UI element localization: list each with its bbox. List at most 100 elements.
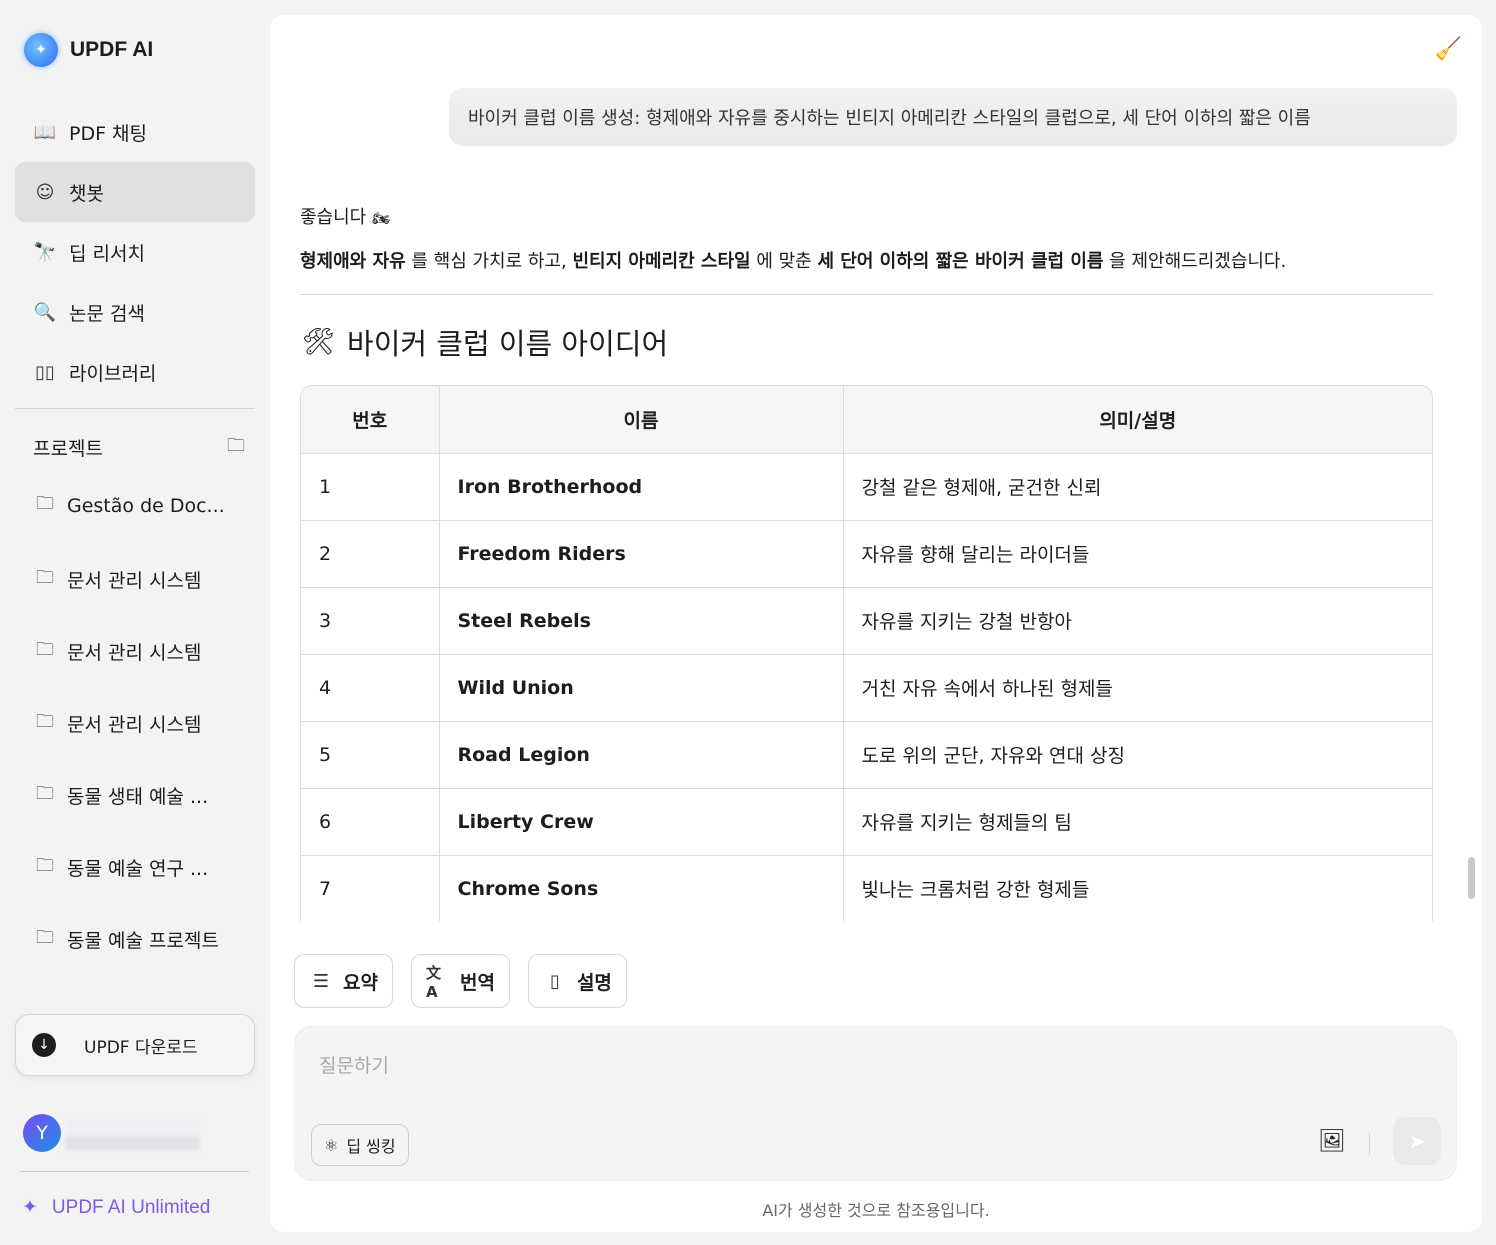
reply-text: 에 맞춘 <box>750 251 818 272</box>
input-placeholder[interactable]: 질문하기 <box>319 1051 389 1078</box>
table-row: 4 Wild Union 거친 자유 속에서 하나된 형제들 <box>301 654 1432 722</box>
send-icon: ➤ <box>1408 1129 1426 1153</box>
unlimited-label: UPDF AI Unlimited <box>51 1196 211 1218</box>
user-message: 바이커 클럽 이름 생성: 형제애와 자유를 중시하는 빈티지 아메리칸 스타일… <box>449 88 1457 146</box>
avatar: Y <box>23 1114 61 1152</box>
folder-icon: 🗀 <box>36 782 54 804</box>
divider <box>20 1171 249 1172</box>
translate-button[interactable]: 文A 번역 <box>410 954 510 1008</box>
nav-pdf-chat[interactable]: 📖 PDF 채팅 <box>15 102 255 162</box>
row-number: 6 <box>301 788 440 856</box>
user-profile[interactable]: Y <box>23 1114 200 1152</box>
nav-label: 챗봇 <box>69 182 104 205</box>
summary-icon: ☰ <box>312 970 330 992</box>
folder-icon: 🗀 <box>36 854 54 876</box>
project-label: 문서 관리 시스템 <box>67 714 202 736</box>
sparkle-icon: ✦ <box>22 1197 38 1218</box>
question-input[interactable]: 질문하기 ⚛ 딥 씽킹 🖼 ➤ <box>294 1026 1457 1181</box>
explain-button[interactable]: ▯ 설명 <box>527 954 627 1008</box>
folder-icon: 🗀 <box>36 638 54 660</box>
club-meaning: 강철 같은 형제애, 굳건한 신뢰 <box>843 453 1432 521</box>
folder-icon: 🗀 <box>36 926 54 948</box>
projects-title: 프로젝트 <box>33 438 103 460</box>
nav-label: PDF 채팅 <box>69 122 148 145</box>
row-number: 7 <box>301 855 440 921</box>
nav-chatbot[interactable]: ☺ 챗봇 <box>15 162 255 222</box>
nav-deep-research[interactable]: 🔭 딥 리서치 <box>15 222 255 282</box>
telescope-icon: 🔭 <box>33 241 57 263</box>
table-row: 1 Iron Brotherhood 강철 같은 형제애, 굳건한 신뢰 <box>301 453 1432 521</box>
tools-icon: 🛠 <box>302 327 336 357</box>
club-meaning: 빛나는 크롬처럼 강한 형제들 <box>843 855 1432 921</box>
col-header: 의미/설명 <box>843 386 1432 454</box>
download-label: UPDF 다운로드 <box>84 1037 198 1058</box>
divider <box>300 294 1433 295</box>
club-meaning: 자유를 향해 달리는 라이더들 <box>843 520 1432 588</box>
project-item[interactable]: 🗀 동물 예술 프로젝트 <box>33 926 219 953</box>
separator <box>1369 1133 1370 1155</box>
project-item[interactable]: 🗀 동물 생태 예술 ... <box>33 782 208 809</box>
motorcycle-icon: 🏍 <box>371 211 390 227</box>
club-meaning: 자유를 지키는 강철 반항아 <box>843 587 1432 655</box>
table-row: 7 Chrome Sons 빛나는 크롬처럼 강한 형제들 <box>301 855 1432 921</box>
app-name: UPDF AI <box>70 38 154 61</box>
clear-chat-icon[interactable]: 🧹 <box>1435 37 1462 62</box>
club-name: Freedom Riders <box>439 520 844 588</box>
club-meaning: 자유를 지키는 형제들의 팀 <box>843 788 1432 856</box>
action-label: 번역 <box>459 971 495 994</box>
club-meaning: 거친 자유 속에서 하나된 형제들 <box>843 654 1432 722</box>
download-updf-button[interactable]: ↓ UPDF 다운로드 <box>15 1014 255 1076</box>
new-folder-icon[interactable]: 🗀 <box>224 435 248 460</box>
nav-label: 라이브러리 <box>69 362 157 385</box>
nav-library[interactable]: ▯▯ 라이브러리 <box>15 342 255 402</box>
project-item[interactable]: 🗀 문서 관리 시스템 <box>33 638 201 665</box>
book-sparkle-icon: 📖 <box>33 121 57 143</box>
action-label: 요약 <box>343 971 378 994</box>
summarize-button[interactable]: ☰ 요약 <box>294 954 393 1008</box>
table-row: 5 Road Legion 도로 위의 군단, 자유와 연대 상징 <box>301 721 1432 789</box>
col-header: 번호 <box>301 386 440 454</box>
project-item[interactable]: 🗀 문서 관리 시스템 <box>33 566 201 593</box>
section-heading: 🛠 바이커 클럽 이름 아이디어 <box>302 321 668 363</box>
row-number: 3 <box>301 587 440 655</box>
scrollbar[interactable] <box>1468 857 1475 899</box>
reply-intro: 좋습니다 <box>300 207 367 228</box>
table-row: 6 Liberty Crew 자유를 지키는 형제들의 팀 <box>301 788 1432 856</box>
image-upload-icon[interactable]: 🖼 <box>1318 1129 1346 1154</box>
project-label: 문서 관리 시스템 <box>67 642 202 664</box>
project-item[interactable]: 🗀 Gestão de Doc... <box>33 493 225 518</box>
assistant-reply: 좋습니다 🏍 형제애와 자유 를 핵심 가치로 하고, 빈티지 아메리칸 스타일… <box>300 203 1435 273</box>
send-button[interactable]: ➤ <box>1393 1117 1441 1165</box>
download-icon: ↓ <box>32 1033 56 1057</box>
project-item[interactable]: 🗀 동물 예술 연구 ... <box>33 854 208 881</box>
doc-search-icon: 🔍 <box>33 301 57 323</box>
action-label: 설명 <box>576 971 612 994</box>
nav-label: 논문 검색 <box>69 302 145 325</box>
row-number: 4 <box>301 654 440 722</box>
atom-icon: ⚛ <box>324 1135 339 1155</box>
chatbot-icon: ☺ <box>35 181 55 203</box>
project-label: 동물 예술 프로젝트 <box>67 930 219 952</box>
reply-bold: 빈티지 아메리칸 스타일 <box>572 251 751 272</box>
unlimited-link[interactable]: ✦ UPDF AI Unlimited <box>22 1196 210 1219</box>
row-number: 2 <box>301 520 440 588</box>
nav-paper-search[interactable]: 🔍 논문 검색 <box>15 282 255 342</box>
table-row: 3 Steel Rebels 자유를 지키는 강철 반항아 <box>301 587 1432 655</box>
row-number: 5 <box>301 721 440 789</box>
row-number: 1 <box>301 453 440 521</box>
reply-bold: 형제애와 자유 <box>300 251 406 272</box>
divider <box>15 408 255 409</box>
reply-text: 를 핵심 가치로 하고, <box>405 251 573 272</box>
folder-icon: 🗀 <box>36 710 54 732</box>
app-logo[interactable]: ✦ UPDF AI <box>24 33 153 67</box>
table-row: 2 Freedom Riders 자유를 향해 달리는 라이더들 <box>301 520 1432 588</box>
project-item[interactable]: 🗀 문서 관리 시스템 <box>33 710 201 737</box>
project-label: 동물 예술 연구 ... <box>67 858 209 880</box>
deep-thinking-toggle[interactable]: ⚛ 딥 씽킹 <box>311 1124 409 1166</box>
folder-icon: 🗀 <box>36 493 54 514</box>
club-name: Steel Rebels <box>439 587 844 655</box>
club-name: Wild Union <box>439 654 844 722</box>
club-name: Chrome Sons <box>439 855 844 921</box>
book-icon: ▯ <box>549 970 560 992</box>
nav-label: 딥 리서치 <box>69 242 145 265</box>
